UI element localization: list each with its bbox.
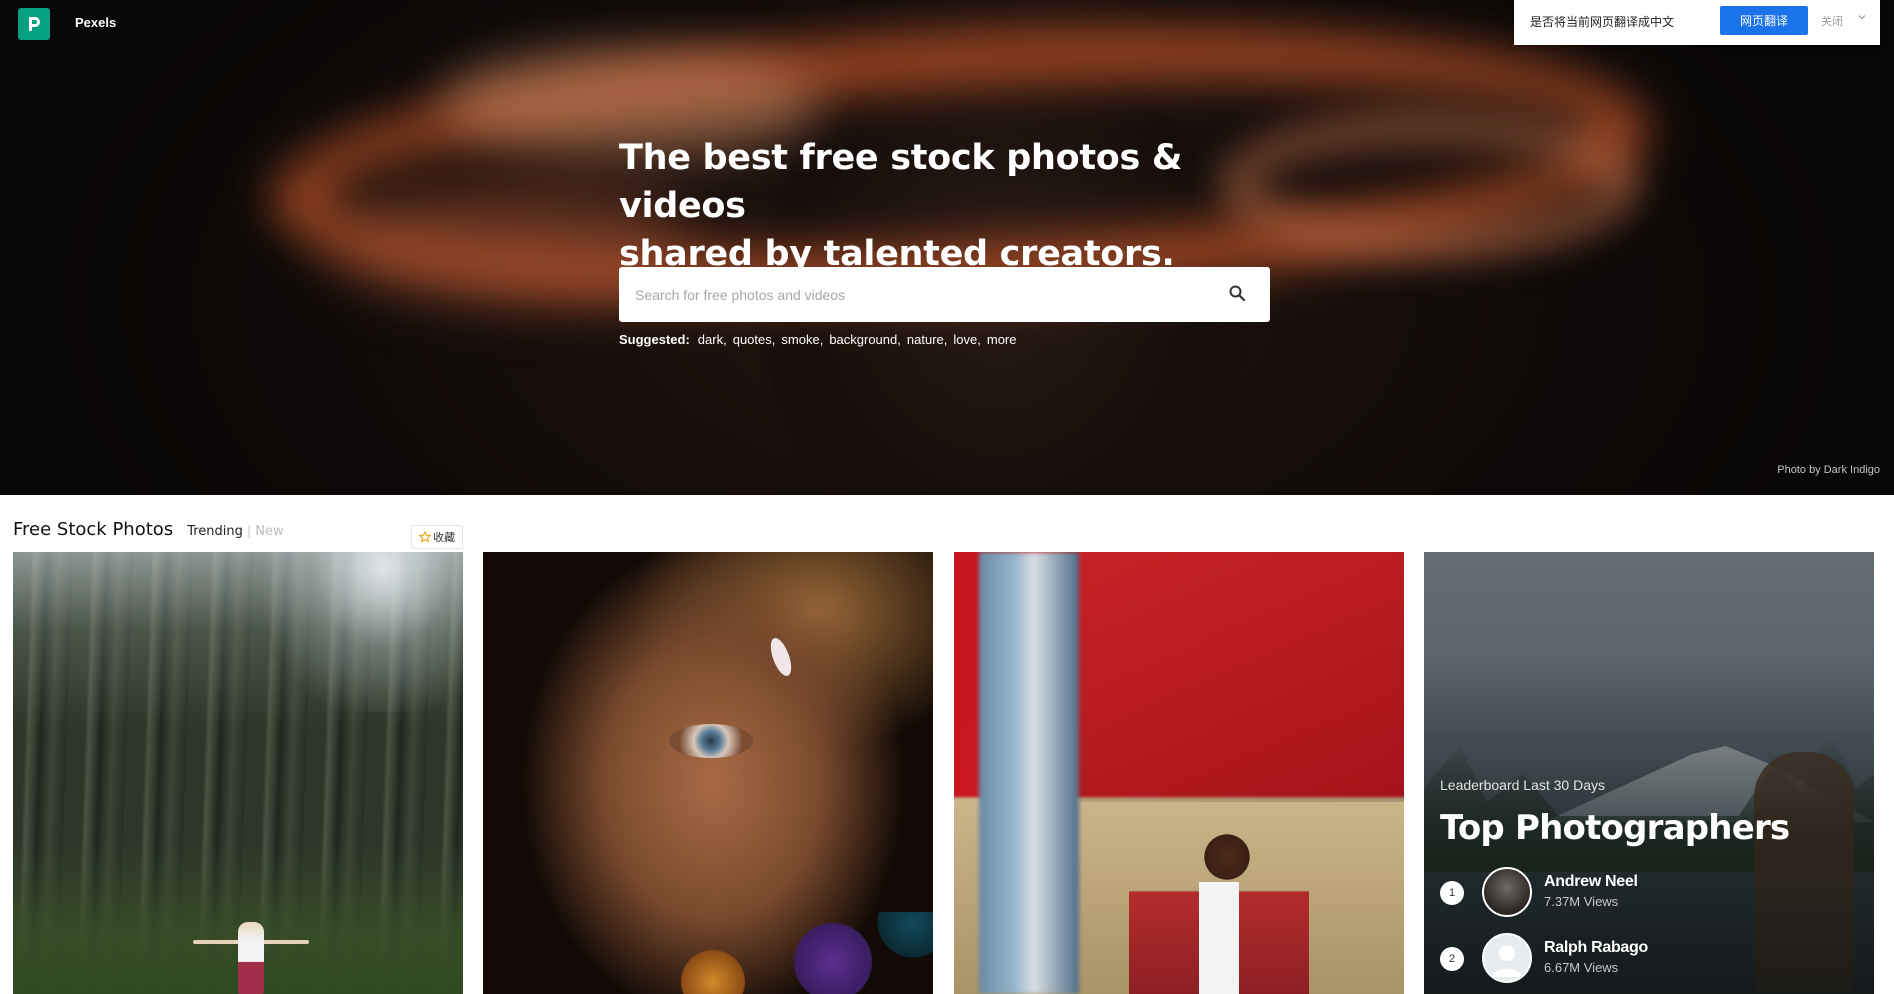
section-header: Free Stock Photos Trending | New [13, 519, 284, 545]
search-button[interactable] [1228, 284, 1250, 306]
leaderboard-subtitle: Leaderboard Last 30 Days [1440, 777, 1605, 793]
suggested-label: Suggested: [619, 332, 690, 347]
hero-headline-line1: The best free stock photos & videos [619, 138, 1183, 226]
favorite-label: 收藏 [433, 531, 455, 544]
portrait-petal [766, 635, 796, 679]
chevron-down-icon[interactable] [1856, 11, 1868, 23]
suggestion-link[interactable]: dark [698, 332, 723, 347]
favorite-button[interactable]: 收藏 [411, 525, 463, 549]
default-avatar-icon [1492, 945, 1522, 977]
search-icon [1229, 285, 1246, 302]
translate-message: 是否将当前网页翻译成中文 [1530, 15, 1675, 29]
suggestion-link[interactable]: smoke [781, 332, 819, 347]
man-shirt [1199, 882, 1239, 994]
flag-shade [1079, 552, 1404, 802]
blurred-pole [979, 552, 1079, 994]
search-input[interactable] [619, 267, 1209, 322]
tab-trending[interactable]: Trending [187, 524, 243, 539]
star-icon [419, 531, 431, 543]
photographer-views: 6.67M Views [1544, 960, 1619, 975]
suggestion-link[interactable]: nature [907, 332, 944, 347]
photographer-name[interactable]: Andrew Neel [1544, 873, 1638, 891]
suggestion-more-link[interactable]: more [987, 332, 1017, 347]
rank-badge: 1 [1440, 881, 1464, 905]
leaderboard-title[interactable]: Top Photographers [1440, 808, 1790, 848]
leaderboard-entry[interactable]: 2 Ralph Rabago 6.67M Views [1440, 933, 1860, 983]
tab-separator: | [246, 524, 252, 539]
suggested-searches: Suggested: dark, quotes, smoke, backgrou… [619, 332, 1017, 347]
leaderboard-entry[interactable]: 1 Andrew Neel 7.37M Views [1440, 867, 1860, 917]
photo-credit-link[interactable]: Photo by Dark Indigo [1777, 464, 1880, 476]
forest-sky-light [263, 552, 463, 712]
pexels-logo[interactable] [18, 8, 50, 40]
translate-close-button[interactable]: 关闭 [1821, 13, 1843, 29]
translate-bar: 是否将当前网页翻译成中文 网页翻译 关闭 [1514, 0, 1880, 45]
photo-card-red-flag[interactable] [954, 552, 1404, 994]
portrait-eye [669, 724, 753, 758]
suggestion-link[interactable]: quotes [733, 332, 772, 347]
avatar[interactable] [1482, 867, 1532, 917]
search-bar [619, 267, 1270, 322]
suggestion-link[interactable]: background [829, 332, 897, 347]
hero-banner: Pexels The best free stock photos & vide… [0, 0, 1894, 495]
leaderboard-card[interactable]: Leaderboard Last 30 Days Top Photographe… [1424, 552, 1874, 994]
hero-headline: The best free stock photos & videos shar… [619, 134, 1259, 278]
photographer-views: 7.37M Views [1544, 894, 1619, 909]
rank-badge: 2 [1440, 947, 1464, 971]
portrait-flowers [633, 912, 933, 994]
photo-card-forest[interactable] [13, 552, 463, 994]
photo-card-portrait[interactable] [483, 552, 933, 994]
translate-button[interactable]: 网页翻译 [1720, 6, 1808, 35]
tab-new[interactable]: New [255, 524, 283, 539]
suggestion-link[interactable]: love [953, 332, 977, 347]
forest-person [238, 922, 264, 994]
avatar[interactable] [1482, 933, 1532, 983]
photographer-name[interactable]: Ralph Rabago [1544, 939, 1648, 957]
pexels-logo-icon [29, 17, 40, 31]
section-title: Free Stock Photos [13, 519, 174, 540]
leaderboard-overlay [1424, 552, 1874, 994]
brand-name[interactable]: Pexels [75, 15, 116, 30]
